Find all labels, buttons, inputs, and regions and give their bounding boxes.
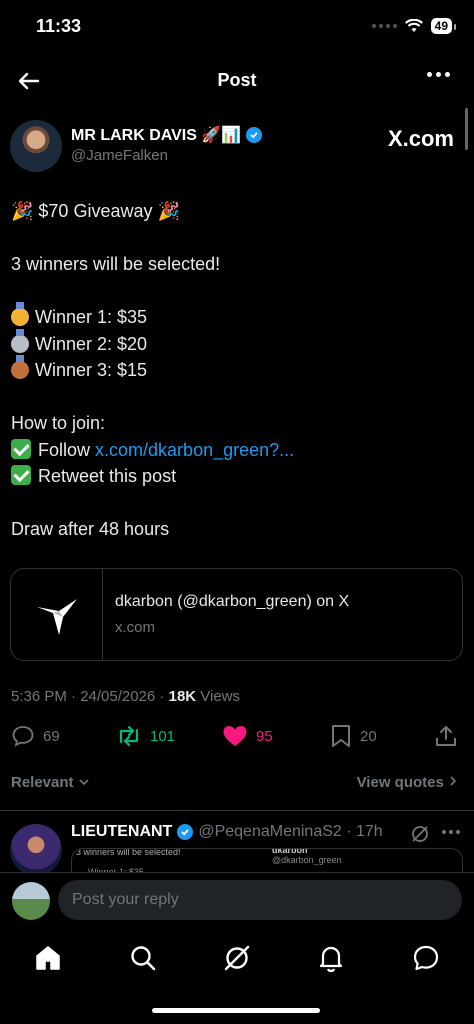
author-name-row[interactable]: MR LARK DAVIS 🚀📊 xyxy=(71,125,263,145)
heart-filled-icon xyxy=(223,726,247,746)
view-count: 18K xyxy=(168,688,197,705)
verified-badge-icon xyxy=(246,127,263,143)
status-time: 11:33 xyxy=(36,16,82,36)
silver-medal-icon xyxy=(11,328,29,353)
scrollbar[interactable] xyxy=(465,108,468,150)
check-mark-icon xyxy=(11,438,31,459)
nav-messages[interactable] xyxy=(410,942,442,974)
bell-icon xyxy=(319,946,343,973)
step-1-prefix: Follow xyxy=(38,439,96,460)
reply-icon xyxy=(12,726,34,747)
author-name: MR LARK DAVIS 🚀📊 xyxy=(71,127,242,144)
home-indicator[interactable] xyxy=(152,1008,320,1013)
follow-link[interactable]: x.com/dkarbon_green?... xyxy=(95,440,294,460)
grok-icon[interactable] xyxy=(410,824,430,849)
tweet-winners-line: 3 winners will be selected! xyxy=(11,254,221,274)
view-quotes-label: View quotes xyxy=(356,774,444,791)
tweet-body: 🎉 $70 Giveaway 🎉 3 winners will be selec… xyxy=(11,198,461,543)
reply-author-name: LIEUTENANT xyxy=(71,823,173,840)
bookmark-icon xyxy=(332,725,350,747)
nav-grok[interactable] xyxy=(221,942,253,974)
post-timestamp: 5:36 PM · 24/05/2026 · xyxy=(11,688,169,705)
like-button[interactable]: 95 xyxy=(222,724,273,748)
draw-note: Draw after 48 hours xyxy=(11,519,170,539)
retweet-icon xyxy=(119,725,139,747)
check-mark-icon xyxy=(11,465,31,485)
more-options-icon[interactable] xyxy=(427,72,450,77)
link-card[interactable]: dkarbon (@dkarbon_green) on X x.com xyxy=(10,568,463,661)
bookmark-count: 20 xyxy=(360,727,377,745)
grok-icon xyxy=(224,945,250,971)
nav-notifications[interactable] xyxy=(315,942,347,974)
quote-text-3: @dkarbon_green xyxy=(272,855,342,865)
search-icon xyxy=(131,946,156,971)
views-label: Views xyxy=(196,688,241,705)
reply-button[interactable]: 69 xyxy=(11,724,60,748)
retweet-button[interactable]: 101 xyxy=(116,724,175,748)
reply-input[interactable] xyxy=(58,880,462,920)
watermark-text: X.com xyxy=(387,126,454,151)
chat-bubble-icon xyxy=(413,945,439,971)
user-avatar[interactable] xyxy=(12,882,50,920)
step-2: Retweet this post xyxy=(38,466,177,486)
reply-author-handle: @PeqenaMeninaS2 · 17h xyxy=(198,823,383,840)
share-button[interactable] xyxy=(434,724,458,748)
battery-icon: 49 xyxy=(430,18,457,34)
tweet-headline: 🎉 $70 Giveaway 🎉 xyxy=(11,201,180,221)
sort-dropdown[interactable]: Relevant xyxy=(11,774,90,791)
author-handle[interactable]: @JameFalken xyxy=(71,147,168,164)
winner-3: Winner 3: $15 xyxy=(35,360,148,380)
card-title: dkarbon (@dkarbon_green) on X xyxy=(115,593,350,610)
quote-text-2: dkarbon xyxy=(272,848,308,855)
bronze-medal-icon xyxy=(11,355,29,379)
reply-author-row[interactable]: LIEUTENANT @PeqenaMeninaS2 · 17h xyxy=(71,823,383,841)
how-to-join: How to join: xyxy=(11,413,106,433)
home-icon xyxy=(36,946,60,970)
winner-2: Winner 2: $20 xyxy=(35,333,148,354)
divider xyxy=(0,810,474,811)
quote-text-1: 3 winners will be selected! xyxy=(76,848,181,857)
nav-home[interactable] xyxy=(32,942,64,974)
chevron-right-icon xyxy=(450,776,457,786)
retweet-count: 101 xyxy=(150,727,176,745)
sort-label: Relevant xyxy=(11,774,74,791)
gold-medal-icon xyxy=(11,302,29,326)
verified-badge-icon xyxy=(177,824,194,840)
winner-1: Winner 1: $35 xyxy=(35,307,148,327)
wifi-icon xyxy=(404,19,423,32)
origami-bird-icon xyxy=(36,598,77,635)
reply-avatar[interactable] xyxy=(10,824,62,876)
card-domain: x.com xyxy=(115,619,156,636)
reply-more-icon[interactable] xyxy=(442,830,460,834)
status-icons: 49 xyxy=(371,18,457,34)
page-title: Post xyxy=(217,70,257,90)
share-icon xyxy=(436,726,456,746)
post-meta: 5:36 PM · 24/05/2026 · 18K Views xyxy=(11,688,240,705)
nav-search[interactable] xyxy=(127,942,159,974)
author-avatar[interactable] xyxy=(10,120,62,172)
reply-count: 69 xyxy=(43,727,60,745)
like-count: 95 xyxy=(256,727,273,745)
chevron-down-icon xyxy=(79,779,89,786)
bookmark-button[interactable]: 20 xyxy=(330,724,377,748)
cellular-signal-icon xyxy=(371,24,397,28)
view-quotes-link[interactable]: View quotes xyxy=(357,774,458,791)
card-thumbnail xyxy=(11,569,103,660)
